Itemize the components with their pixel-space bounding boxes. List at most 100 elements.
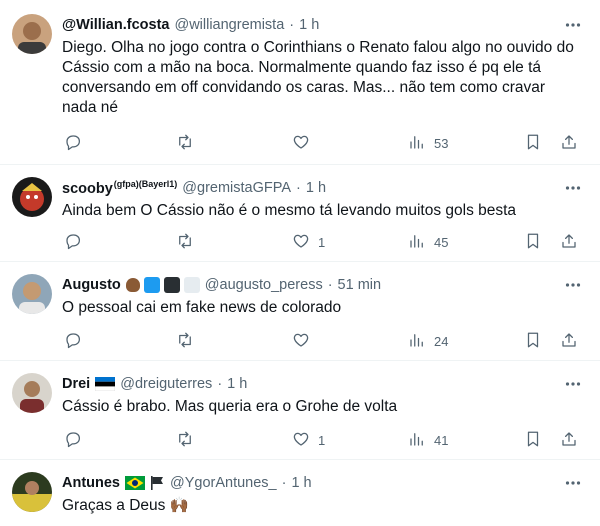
handle[interactable]: @YgorAntunes_ [170, 475, 277, 491]
display-name[interactable]: Augusto [62, 277, 121, 293]
timestamp[interactable]: 1 h [291, 475, 311, 491]
retweet-icon [176, 232, 194, 253]
reply-icon [64, 430, 82, 451]
bookmark-button[interactable] [524, 231, 542, 253]
share-button[interactable] [560, 330, 578, 352]
view-count: 41 [434, 432, 449, 448]
tweet-header: Augusto @augusto_peress · 51 min [62, 274, 381, 296]
reply-button[interactable] [64, 132, 82, 154]
like-button[interactable] [292, 132, 318, 154]
retweet-button[interactable] [176, 231, 194, 253]
bookmark-icon [524, 331, 542, 352]
like-button[interactable] [292, 330, 318, 352]
tweet-card[interactable]: Augusto @augusto_peress · 51 min O pesso… [0, 262, 600, 361]
bookmark-button[interactable] [524, 132, 542, 154]
retweet-icon [176, 430, 194, 451]
handle[interactable]: @williangremista [174, 17, 284, 33]
views-icon [408, 430, 426, 451]
share-button[interactable] [560, 429, 578, 451]
retweet-icon [176, 331, 194, 352]
tweet-header: scooby(gfpa)(Bayerl1) @gremistaGFPA · 1 … [62, 177, 326, 199]
bookmark-icon [524, 133, 542, 154]
views-button[interactable]: 24 [408, 330, 448, 352]
views-icon [408, 331, 426, 352]
more-icon[interactable] [562, 14, 584, 36]
more-icon[interactable] [562, 472, 584, 494]
timestamp[interactable]: 1 h [227, 376, 247, 392]
reply-button[interactable] [64, 330, 82, 352]
more-icon[interactable] [562, 177, 584, 199]
tweet-text: O pessoal cai em fake news de colorado [62, 299, 342, 316]
view-count: 53 [434, 135, 449, 151]
retweet-button[interactable] [176, 132, 194, 154]
retweet-button[interactable] [176, 429, 194, 451]
display-name[interactable]: @Willian.fcosta [62, 17, 169, 33]
avatar[interactable] [12, 177, 52, 217]
timestamp[interactable]: 1 h [299, 17, 319, 33]
tweet-text: Ainda bem O Cássio não é o mesmo tá leva… [62, 202, 517, 219]
like-icon [292, 133, 310, 154]
share-button[interactable] [560, 132, 578, 154]
tweet-feed: @Willian.fcosta @williangremista · 1 h D… [0, 0, 600, 526]
display-name[interactable]: scooby(gfpa)(Bayerl1) [62, 179, 177, 197]
tweet-text: Diego. Olha no jogo contra o Corinthians… [62, 39, 574, 116]
share-icon [560, 331, 578, 352]
avatar[interactable] [12, 14, 52, 54]
avatar[interactable] [12, 274, 52, 314]
reply-icon [64, 232, 82, 253]
tweet-header: @Willian.fcosta @williangremista · 1 h [62, 14, 319, 36]
retweet-button[interactable] [176, 330, 194, 352]
share-icon [560, 232, 578, 253]
separator: · [296, 180, 301, 196]
share-icon [560, 133, 578, 154]
action-bar: 53 [56, 132, 586, 154]
action-bar: 1 41 [56, 429, 586, 451]
share-button[interactable] [560, 231, 578, 253]
reply-icon [64, 331, 82, 352]
black-flag-icon [151, 476, 163, 490]
bookmark-button[interactable] [524, 429, 542, 451]
views-button[interactable]: 45 [408, 231, 448, 253]
tweet-card[interactable]: scooby(gfpa)(Bayerl1) @gremistaGFPA · 1 … [0, 165, 600, 262]
display-name[interactable]: Drei [62, 376, 90, 392]
like-icon [292, 430, 310, 451]
views-icon [408, 133, 426, 154]
display-name-text: scooby [62, 181, 113, 197]
display-name[interactable]: Antunes [62, 475, 120, 491]
more-icon[interactable] [562, 373, 584, 395]
handle[interactable]: @gremistaGFPA [182, 180, 291, 196]
separator: · [281, 475, 287, 491]
views-button[interactable]: 53 [408, 132, 448, 154]
like-icon [292, 232, 310, 253]
name-emojis [125, 475, 165, 491]
avatar[interactable] [12, 472, 52, 512]
tweet-card[interactable]: @Willian.fcosta @williangremista · 1 h D… [0, 0, 600, 165]
like-button[interactable]: 1 [292, 429, 325, 451]
tweet-header: Antunes @YgorAntunes_ · 1 h [62, 472, 312, 494]
views-icon [408, 232, 426, 253]
more-icon[interactable] [562, 274, 584, 296]
retweet-icon [176, 133, 194, 154]
separator: · [289, 17, 295, 33]
black-square-icon [163, 277, 180, 293]
bookmark-icon [524, 430, 542, 451]
tweet-text: Graças a Deus 🙌🏾 [62, 497, 189, 514]
reply-button[interactable] [64, 429, 82, 451]
view-count: 45 [434, 234, 449, 250]
like-button[interactable]: 1 [292, 231, 325, 253]
handle[interactable]: @dreiguterres [120, 376, 212, 392]
avatar[interactable] [12, 373, 52, 413]
action-bar: 24 [56, 330, 586, 352]
handle[interactable]: @augusto_peress [205, 277, 323, 293]
timestamp[interactable]: 1 h [306, 180, 326, 196]
view-count: 24 [434, 333, 449, 349]
mate-cup-icon [125, 278, 140, 292]
timestamp[interactable]: 51 min [338, 277, 382, 293]
reply-icon [64, 133, 82, 154]
bookmark-button[interactable] [524, 330, 542, 352]
reply-button[interactable] [64, 231, 82, 253]
views-button[interactable]: 41 [408, 429, 448, 451]
tweet-card[interactable]: Antunes @YgorAntunes_ · 1 h Graças a Deu… [0, 460, 600, 526]
tweet-card[interactable]: Drei @dreiguterres · 1 h Cássio é brabo.… [0, 361, 600, 460]
display-name-suffix: (gfpa)(Bayerl1) [113, 179, 178, 189]
